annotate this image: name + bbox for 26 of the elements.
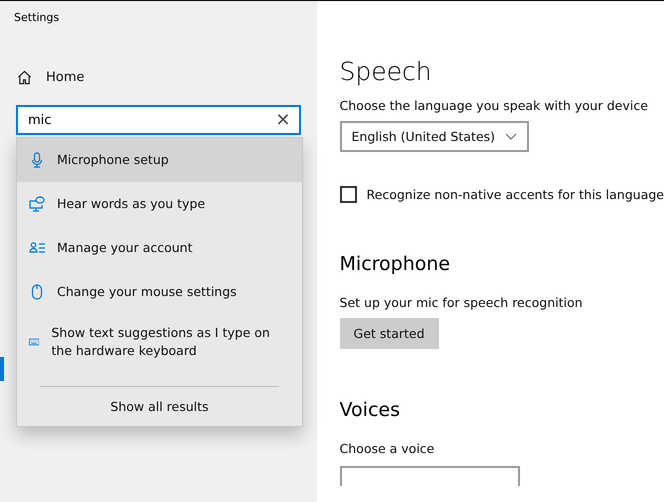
mouse-icon: [29, 284, 45, 300]
window-title: Settings: [14, 11, 60, 24]
search-field[interactable]: mic ×: [16, 105, 301, 135]
suggestion-item[interactable]: Show text suggestions as I type on the hardware keyboard: [17, 314, 302, 370]
monitor-speech-icon: [29, 196, 45, 212]
voice-dropdown[interactable]: [340, 466, 520, 486]
suggestion-item[interactable]: Manage your account: [17, 226, 302, 270]
checkbox[interactable]: [340, 186, 357, 203]
home-link[interactable]: Home: [14, 70, 301, 85]
microphone-description: Set up your mic for speech recognition: [340, 295, 583, 310]
suggestion-item[interactable]: Hear words as you type: [17, 182, 302, 226]
clear-button[interactable]: ×: [275, 111, 291, 129]
show-all-results-link[interactable]: Show all results: [17, 387, 302, 426]
home-icon: [17, 70, 32, 85]
suggestion-item[interactable]: Microphone setup: [17, 138, 302, 182]
checkbox-label: Recognize non-native accents for this language: [366, 187, 664, 202]
get-started-button[interactable]: Get started: [340, 318, 439, 349]
voice-label: Choose a voice: [340, 441, 434, 456]
section-heading: Microphone: [340, 253, 450, 275]
microphone-icon: [29, 152, 45, 168]
suggestion-item[interactable]: Change your mouse settings: [17, 270, 302, 314]
language-label: Choose the language you speak with your device: [340, 98, 648, 113]
section-heading: Voices: [340, 399, 400, 421]
chevron-down-icon: [505, 132, 518, 140]
language-dropdown[interactable]: English (United States): [340, 121, 530, 152]
page-title: Speech: [340, 57, 432, 86]
